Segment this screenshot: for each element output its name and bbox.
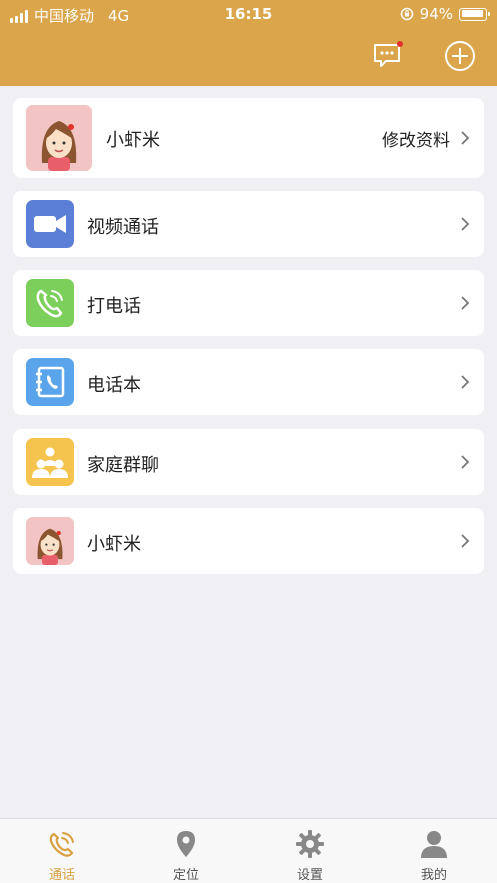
menu-item-label: 打电话 <box>87 296 141 317</box>
chevron-right-icon <box>461 217 470 231</box>
video-call-icon-tile <box>26 200 74 248</box>
menu-item-contact[interactable]: 小虾米 <box>13 508 484 574</box>
group-icon <box>32 447 68 478</box>
location-pin-icon <box>177 831 195 857</box>
menu-item-phone-call[interactable]: 打电话 <box>13 270 484 336</box>
profile-name: 小虾米 <box>106 130 160 151</box>
tab-label: 我的 <box>420 868 447 883</box>
chevron-right-icon <box>461 296 470 310</box>
orientation-lock-icon <box>400 7 413 21</box>
phonebook-icon-tile <box>26 358 74 406</box>
menu-item-label: 家庭群聊 <box>87 455 159 476</box>
gear-icon <box>296 830 324 858</box>
menu-item-family-chat[interactable]: 家庭群聊 <box>13 429 484 495</box>
tab-label: 通话 <box>48 868 75 883</box>
battery-icon <box>459 7 490 21</box>
status-bar: 中国移动 4G 16:15 94% <box>0 0 497 28</box>
battery-percent: 94% <box>419 5 453 23</box>
phone-icon <box>36 289 63 318</box>
profile-avatar <box>26 105 92 171</box>
chat-bubble-icon <box>374 41 403 67</box>
menu-item-label: 电话本 <box>87 375 141 396</box>
tab-mine[interactable]: 我的 <box>372 819 496 883</box>
phone-call-icon-tile <box>26 279 74 327</box>
add-button[interactable] <box>444 40 476 72</box>
girl-avatar-icon <box>26 517 74 565</box>
chevron-right-icon <box>461 534 470 548</box>
person-icon <box>421 831 447 858</box>
tab-settings[interactable]: 设置 <box>248 819 372 883</box>
phonebook-icon <box>36 366 65 398</box>
girl-avatar-icon <box>26 105 92 171</box>
phone-tab-icon <box>49 832 74 857</box>
plus-circle-icon <box>445 41 475 71</box>
chevron-right-icon <box>461 131 470 145</box>
video-camera-icon <box>34 215 66 233</box>
edit-profile-link[interactable]: 修改资料 <box>382 126 450 151</box>
menu-item-label: 小虾米 <box>87 534 141 555</box>
message-button[interactable] <box>372 40 404 72</box>
tab-label: 定位 <box>172 868 199 883</box>
contact-avatar <box>26 517 74 565</box>
family-chat-icon-tile <box>26 438 74 486</box>
menu-item-video-call[interactable]: 视频通话 <box>13 191 484 257</box>
menu-item-label: 视频通话 <box>87 217 159 238</box>
tab-calls[interactable]: 通话 <box>0 819 124 883</box>
chevron-right-icon <box>461 375 470 389</box>
menu-item-phonebook[interactable]: 电话本 <box>13 349 484 415</box>
bottom-tab-bar: 通话 定位 设置 我的 <box>0 818 497 883</box>
header-bar: 中国移动 4G 16:15 94% <box>0 0 497 86</box>
tab-location[interactable]: 定位 <box>124 819 248 883</box>
profile-card[interactable]: 小虾米 修改资料 <box>13 98 484 178</box>
chevron-right-icon <box>461 455 470 469</box>
tab-label: 设置 <box>296 868 323 883</box>
